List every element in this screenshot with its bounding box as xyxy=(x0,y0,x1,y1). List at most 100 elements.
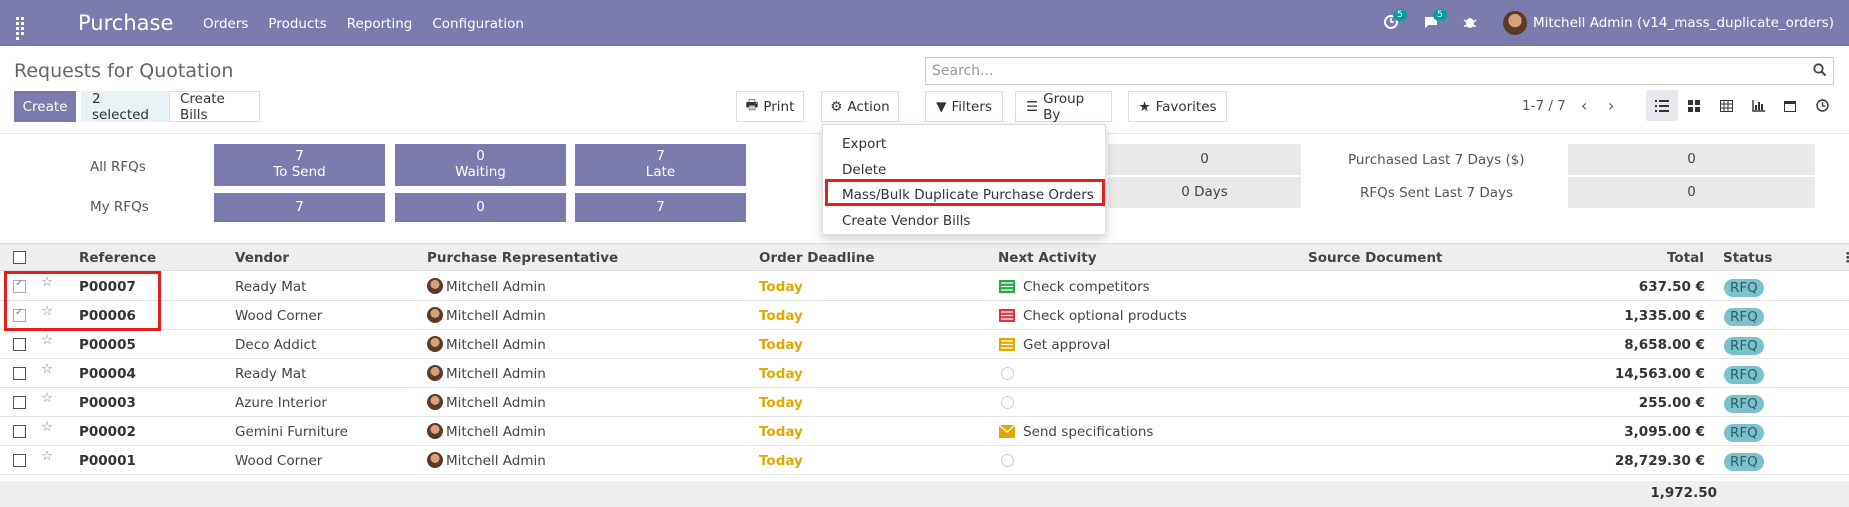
create-button[interactable]: Create xyxy=(14,91,76,122)
row-representative: Mitchell Admin xyxy=(446,424,546,440)
messages-icon[interactable]: 5 xyxy=(1423,9,1447,32)
clock-icon[interactable] xyxy=(1001,367,1014,380)
messages-badge: 5 xyxy=(1432,9,1447,21)
col-representative[interactable]: Purchase Representative xyxy=(427,250,618,266)
table-row[interactable]: ☆ P00001 Wood Corner Mitchell Admin Toda… xyxy=(0,446,1849,475)
envelope-icon[interactable] xyxy=(998,424,1016,438)
chevron-right-icon[interactable]: › xyxy=(1608,96,1614,115)
kanban-view-icon[interactable] xyxy=(1678,90,1710,121)
app-brand[interactable]: Purchase xyxy=(78,11,173,35)
col-source-document[interactable]: Source Document xyxy=(1308,250,1443,266)
row-deadline: Today xyxy=(759,308,803,324)
clock-icon[interactable] xyxy=(1001,396,1014,409)
table-row[interactable]: ☆ P00004 Ready Mat Mitchell Admin Today … xyxy=(0,359,1849,388)
menu-item-delete[interactable]: Delete xyxy=(842,162,886,178)
table-row[interactable]: ☆ P00007 Ready Mat Mitchell Admin Today … xyxy=(0,272,1849,301)
row-reference: P00004 xyxy=(79,366,136,382)
activity-view-icon[interactable] xyxy=(1806,90,1838,121)
table-row[interactable]: ☆ P00003 Azure Interior Mitchell Admin T… xyxy=(0,388,1849,417)
tile-late[interactable]: 7 Late xyxy=(575,144,746,186)
menu-products[interactable]: Products xyxy=(268,16,326,32)
row-checkbox[interactable] xyxy=(13,338,26,351)
menu-item-export[interactable]: Export xyxy=(842,136,886,152)
debug-bug-icon[interactable] xyxy=(1463,14,1481,32)
col-reference[interactable]: Reference xyxy=(79,250,156,266)
row-representative: Mitchell Admin xyxy=(446,395,546,411)
activity-list-icon[interactable] xyxy=(999,338,1015,351)
row-checkbox[interactable] xyxy=(13,367,26,380)
menu-orders[interactable]: Orders xyxy=(203,16,248,32)
tile-label: To Send xyxy=(273,164,326,180)
table-row[interactable]: ☆ P00002 Gemini Furniture Mitchell Admin… xyxy=(0,417,1849,446)
pivot-view-icon[interactable] xyxy=(1710,90,1742,121)
chevron-left-icon[interactable]: ‹ xyxy=(1581,96,1587,115)
list-view-icon[interactable] xyxy=(1646,90,1678,121)
select-all-checkbox[interactable] xyxy=(13,251,26,264)
tile-waiting[interactable]: 0 Waiting xyxy=(395,144,566,186)
row-reference: P00003 xyxy=(79,395,136,411)
tile-my-late[interactable]: 7 xyxy=(575,193,746,222)
col-vendor[interactable]: Vendor xyxy=(235,250,289,266)
menu-reporting[interactable]: Reporting xyxy=(347,16,413,32)
user-name: Mitchell Admin (v14_mass_duplicate_order… xyxy=(1532,15,1834,31)
footer-total: 1,972.50 xyxy=(1650,485,1717,501)
col-order-deadline[interactable]: Order Deadline xyxy=(759,250,874,266)
tile-to-send[interactable]: 7 To Send xyxy=(214,144,385,186)
selected-count[interactable]: 2 selected xyxy=(81,91,169,123)
print-button[interactable]: 🖶 Print xyxy=(736,91,804,122)
avg-order-value: 0 xyxy=(1108,144,1301,175)
star-icon[interactable]: ☆ xyxy=(41,361,53,377)
pager-value[interactable]: 1-7 / 7 xyxy=(1522,98,1566,114)
create-bills-button[interactable]: Create Bills xyxy=(169,91,260,123)
menu-configuration[interactable]: Configuration xyxy=(432,16,524,32)
row-vendor: Gemini Furniture xyxy=(235,424,348,440)
row-checkbox[interactable] xyxy=(13,396,26,409)
avatar xyxy=(427,423,443,439)
group-by-button[interactable]: ☰ Group By xyxy=(1015,91,1112,123)
menu-item-create-vendor-bills[interactable]: Create Vendor Bills xyxy=(842,213,970,229)
tile-my-to-send[interactable]: 7 xyxy=(214,193,385,222)
col-status[interactable]: Status xyxy=(1723,250,1772,266)
table-row[interactable]: ☆ P00005 Deco Addict Mitchell Admin Toda… xyxy=(0,330,1849,359)
activity-list-icon[interactable] xyxy=(999,280,1015,293)
activity-list-icon[interactable] xyxy=(999,309,1015,322)
tile-my-waiting[interactable]: 0 xyxy=(395,193,566,222)
activity-clock-icon[interactable]: 5 xyxy=(1383,9,1407,32)
row-deadline: Today xyxy=(759,337,803,353)
col-total[interactable]: Total xyxy=(1667,250,1704,266)
clock-icon[interactable] xyxy=(1001,454,1014,467)
action-button[interactable]: ⚙ Action xyxy=(821,91,899,122)
row-activity: Send specifications xyxy=(1023,424,1154,440)
star-icon[interactable]: ☆ xyxy=(41,448,53,464)
sent-label: RFQs Sent Last 7 Days xyxy=(1360,185,1514,201)
avatar xyxy=(427,365,443,381)
search-input[interactable]: Search... xyxy=(925,57,1834,85)
user-menu[interactable]: Mitchell Admin (v14_mass_duplicate_order… xyxy=(1502,11,1834,35)
row-activity: Check optional products xyxy=(1023,308,1187,324)
star-icon[interactable]: ☆ xyxy=(41,419,53,435)
filter-icon: ▼ xyxy=(936,98,947,115)
graph-view-icon[interactable] xyxy=(1742,90,1774,121)
star-icon[interactable]: ☆ xyxy=(41,390,53,406)
tile-value: 7 xyxy=(295,148,304,164)
filters-button[interactable]: ▼ Filters xyxy=(925,91,1003,122)
sent-value: 0 xyxy=(1568,177,1815,208)
calendar-view-icon[interactable] xyxy=(1774,90,1806,121)
col-next-activity[interactable]: Next Activity xyxy=(998,250,1097,266)
row-checkbox[interactable] xyxy=(13,425,26,438)
table-row[interactable]: ☆ P00006 Wood Corner Mitchell Admin Toda… xyxy=(0,301,1849,330)
column-options-icon[interactable]: ⋮ xyxy=(1841,250,1849,266)
all-rfqs-label: All RFQs xyxy=(90,159,146,175)
row-checkbox[interactable] xyxy=(13,454,26,467)
star-icon[interactable]: ☆ xyxy=(41,332,53,348)
row-reference: P00001 xyxy=(79,453,136,469)
print-icon: 🖶 xyxy=(745,97,759,113)
top-navbar: Purchase Orders Products Reporting Confi… xyxy=(0,0,1849,46)
tile-label: Waiting xyxy=(455,164,506,180)
status-badge: RFQ xyxy=(1724,337,1764,355)
apps-menu-icon[interactable] xyxy=(16,17,28,40)
row-vendor: Deco Addict xyxy=(235,337,317,353)
favorites-button[interactable]: ★ Favorites xyxy=(1128,91,1227,122)
search-icon[interactable] xyxy=(1813,63,1827,81)
activity-badge: 5 xyxy=(1392,9,1407,21)
